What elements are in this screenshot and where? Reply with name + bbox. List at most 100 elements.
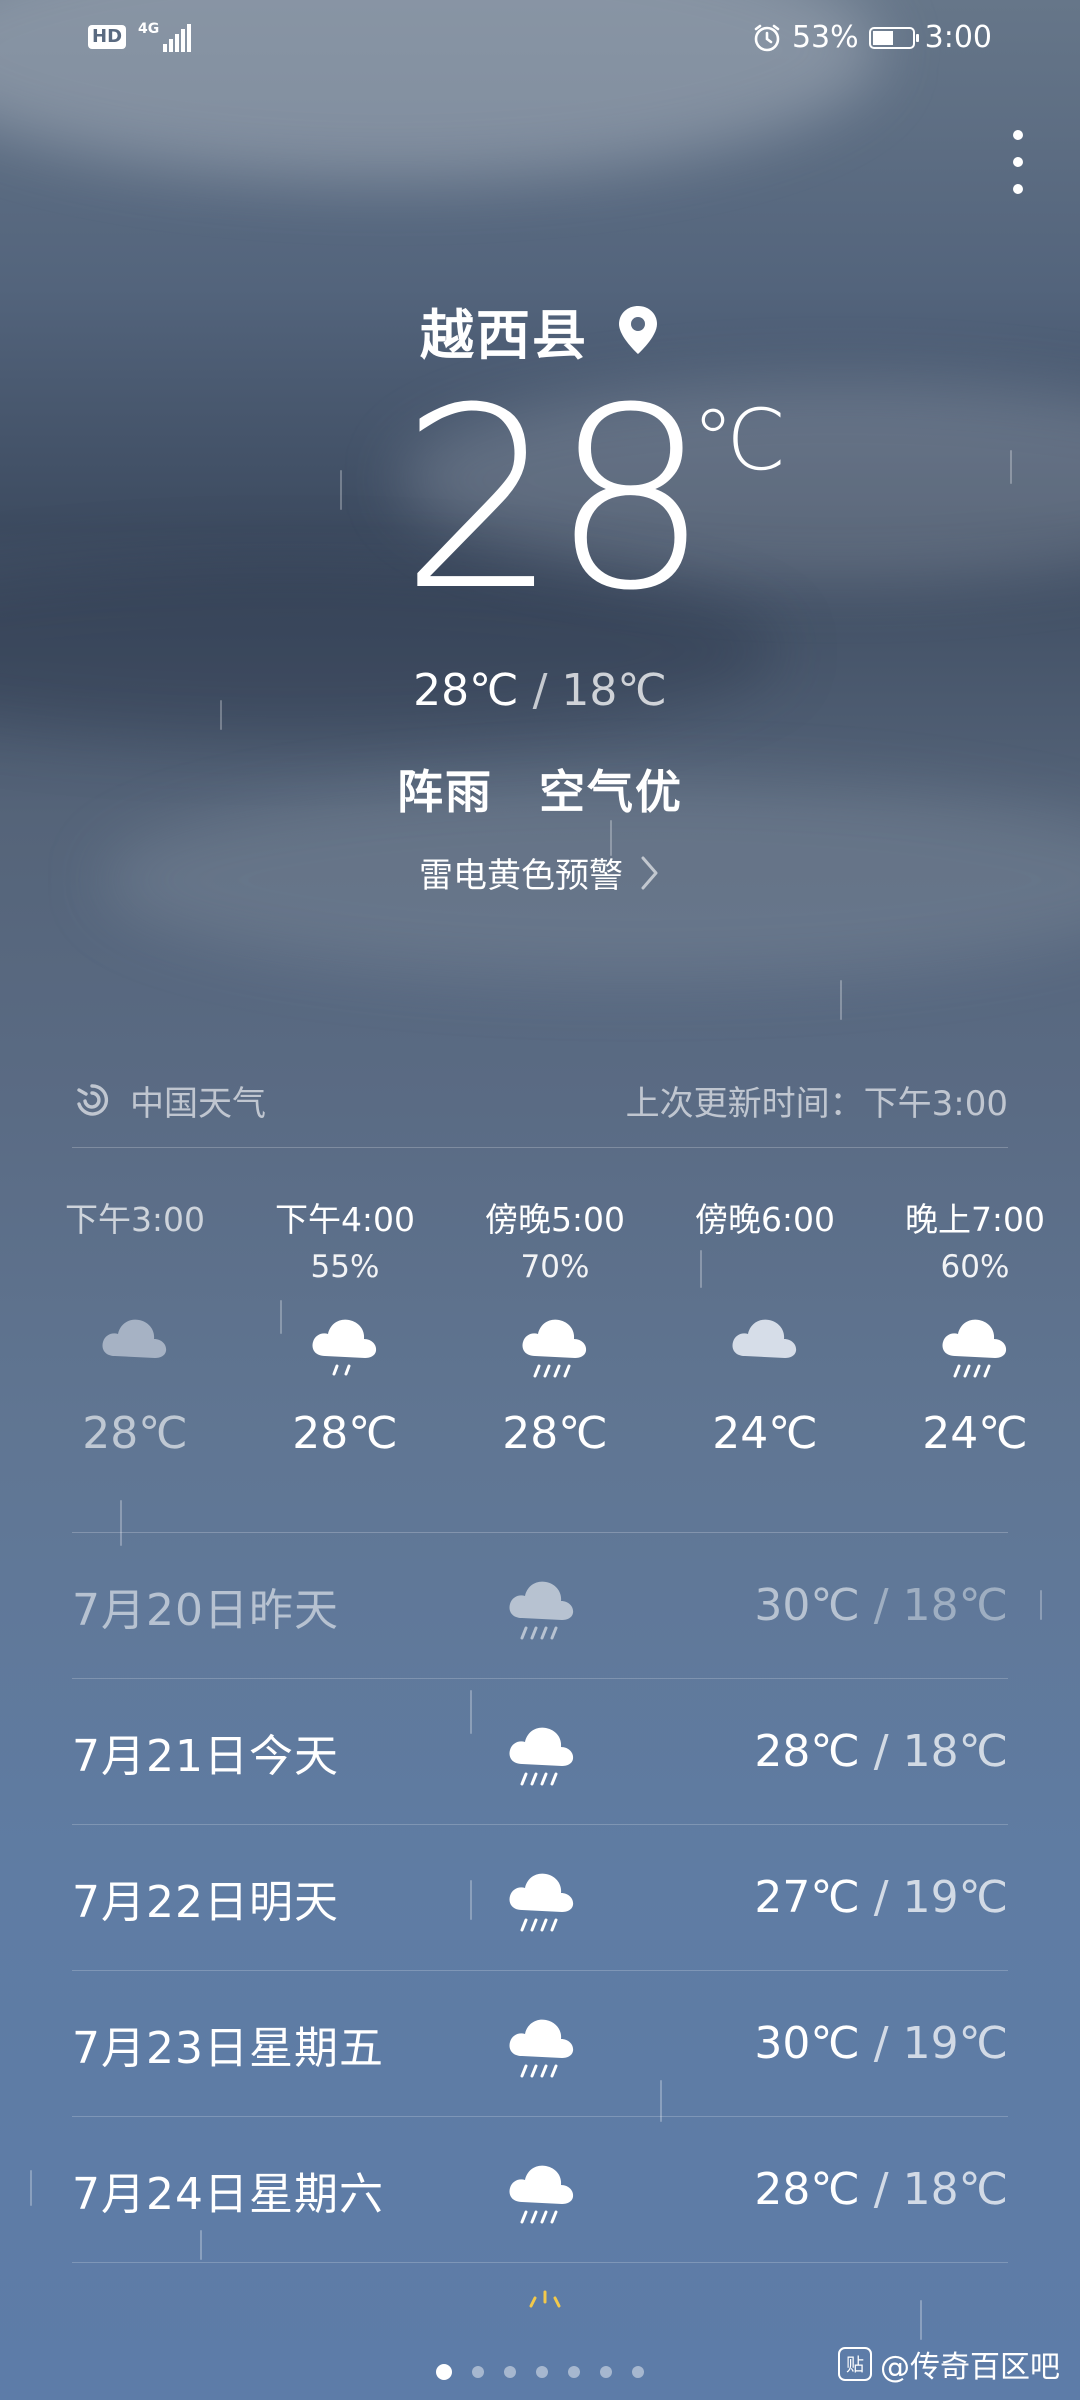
range-separator: / <box>873 1872 889 1923</box>
status-bar-left: HD 4G <box>88 21 192 52</box>
hour-temp: 28℃ <box>82 1408 188 1459</box>
page-dot[interactable] <box>600 2366 612 2378</box>
range-separator: / <box>873 2018 889 2069</box>
hour-temp: 28℃ <box>502 1408 608 1459</box>
network-type: 4G <box>138 21 160 37</box>
day-label: 7月23日星期五 <box>72 2022 384 2074</box>
current-weather: 越西县 28 ℃ 28℃ / 18℃ 阵雨 空气优 雷电黄色预警 <box>0 290 1080 897</box>
last-updated: 上次更新时间：下午3:00 <box>625 1083 1008 1124</box>
temp-value: 28 <box>400 354 710 645</box>
page-dot[interactable] <box>504 2366 516 2378</box>
hour-time: 下午3:00 <box>64 1200 206 1239</box>
shower-rain-icon <box>502 2004 582 2084</box>
daily-row[interactable]: 7月21日今天 28℃ / 18℃ <box>72 1679 1008 1825</box>
cloudy-icon <box>95 1289 175 1399</box>
china-weather-logo-icon <box>77 1084 109 1116</box>
day-temp-range: 28℃ / 18℃ <box>754 1726 1008 1777</box>
hour-time: 傍晚6:00 <box>694 1200 836 1239</box>
range-separator: / <box>873 2164 889 2215</box>
day-temp-range: 27℃ / 19℃ <box>754 1872 1008 1923</box>
page-dot[interactable] <box>436 2364 452 2380</box>
day-temp-range: 30℃ / 18℃ <box>754 1580 1008 1631</box>
shower-rain-icon <box>502 2150 582 2230</box>
hd-badge: HD <box>88 25 127 49</box>
day-label: 7月20日昨天 <box>72 1584 339 1636</box>
precip-chance: 60% <box>940 1249 1010 1285</box>
page-dot[interactable] <box>568 2366 580 2378</box>
day-temp-range: 28℃ / 18℃ <box>754 2164 1008 2215</box>
hourly-forecast[interactable]: 下午3:00 28℃ 下午4:00 55% 28℃ 傍晚5:00 70% 28℃ 傍晚6:00 2… <box>30 1195 1080 1469</box>
daily-row[interactable]: 7月24日星期六 28℃ / 18℃ <box>72 2117 1008 2263</box>
shower-rain-icon <box>515 1289 595 1399</box>
battery-percent: 53% <box>791 20 859 55</box>
day-label: 7月22日明天 <box>72 1876 339 1928</box>
battery-icon <box>868 26 919 49</box>
weather-alert[interactable]: 雷电黄色预警 <box>0 848 1080 897</box>
tieba-badge: 贴 <box>838 2347 872 2381</box>
sun-icon <box>529 2290 561 2308</box>
daily-forecast: 7月20日昨天 30℃ / 18℃ 7月21日今天 28℃ / 18℃ 7月22日明天 2… <box>72 1533 1008 2263</box>
daily-row[interactable]: 7月22日明天 27℃ / 19℃ <box>72 1825 1008 1971</box>
hourly-item: 晚上7:00 60% 24℃ <box>870 1195 1080 1469</box>
day-low: 18℃ <box>902 1580 1008 1631</box>
hourly-item: 下午4:00 55% 28℃ <box>240 1195 450 1469</box>
hour-temp: 24℃ <box>922 1408 1028 1459</box>
watermark-text: @传奇百区吧 <box>880 2350 1060 2385</box>
day-low: 19℃ <box>902 2018 1008 2069</box>
range-separator: / <box>873 1726 889 1777</box>
hour-time: 傍晚5:00 <box>484 1200 626 1239</box>
day-label: 7月24日星期六 <box>72 2168 384 2220</box>
page-dot[interactable] <box>632 2366 644 2378</box>
condition-row: 阵雨 空气优 <box>0 756 1080 822</box>
daily-row[interactable]: 7月20日昨天 30℃ / 18℃ <box>72 1533 1008 1679</box>
hour-time: 晚上7:00 <box>904 1200 1046 1239</box>
signal-icon: 4G <box>138 21 192 52</box>
day-high: 27℃ <box>754 1872 860 1923</box>
source-brand[interactable]: 中国天气 <box>72 1076 266 1125</box>
range-separator: / <box>873 1580 889 1631</box>
battery-level <box>872 30 893 45</box>
today-high: 28℃ <box>413 665 519 716</box>
page-dot[interactable] <box>536 2366 548 2378</box>
day-low: 18℃ <box>902 1726 1008 1777</box>
page-dot[interactable] <box>472 2366 484 2378</box>
air-quality[interactable]: 空气优 <box>539 765 683 819</box>
alert-text: 雷电黄色预警 <box>419 856 623 896</box>
precip-chance: 55% <box>310 1249 380 1285</box>
clock: 3:00 <box>924 20 992 55</box>
shower-rain-icon <box>502 1858 582 1938</box>
temp-unit: ℃ <box>692 391 787 489</box>
weather-screen: HD 4G 53% 3:00 越西县 28 ℃ 28℃ / 18℃ 阵雨 空气优… <box>0 0 1080 2400</box>
shower-rain-icon <box>502 1712 582 1792</box>
watermark: 贴 @传奇百区吧 <box>838 2342 1060 2386</box>
daily-row[interactable]: 7月23日星期五 30℃ / 19℃ <box>72 1971 1008 2117</box>
shower-rain-icon <box>502 1566 582 1646</box>
data-source-row: 中国天气 上次更新时间：下午3:00 <box>72 1070 1008 1130</box>
hour-time: 下午4:00 <box>274 1200 416 1239</box>
today-low: 18℃ <box>561 665 667 716</box>
status-bar: HD 4G 53% 3:00 <box>0 18 1080 62</box>
hour-temp: 28℃ <box>292 1408 398 1459</box>
divider <box>72 1147 1008 1148</box>
day-high: 30℃ <box>754 2018 860 2069</box>
alarm-icon <box>754 24 780 51</box>
day-high: 28℃ <box>754 1726 860 1777</box>
chevron-right-icon <box>641 856 658 889</box>
hourly-item: 傍晚5:00 70% 28℃ <box>450 1195 660 1469</box>
day-label: 7月21日今天 <box>72 1730 339 1782</box>
status-bar-right: 53% 3:00 <box>752 20 992 55</box>
more-options-icon[interactable] <box>1006 130 1030 194</box>
day-low: 19℃ <box>902 1872 1008 1923</box>
day-low: 18℃ <box>902 2164 1008 2215</box>
day-temp-range: 30℃ / 19℃ <box>754 2018 1008 2069</box>
range-separator: / <box>532 665 548 716</box>
shower-rain-icon <box>935 1289 1015 1399</box>
source-name: 中国天气 <box>130 1083 266 1124</box>
precip-chance: 70% <box>520 1249 590 1285</box>
location-pin-icon <box>619 306 657 354</box>
day-high: 28℃ <box>754 2164 860 2215</box>
current-temperature: 28 ℃ <box>400 375 786 625</box>
light-rain-icon <box>305 1289 385 1399</box>
hourly-item: 下午3:00 28℃ <box>30 1195 240 1469</box>
today-range: 28℃ / 18℃ <box>0 665 1080 716</box>
